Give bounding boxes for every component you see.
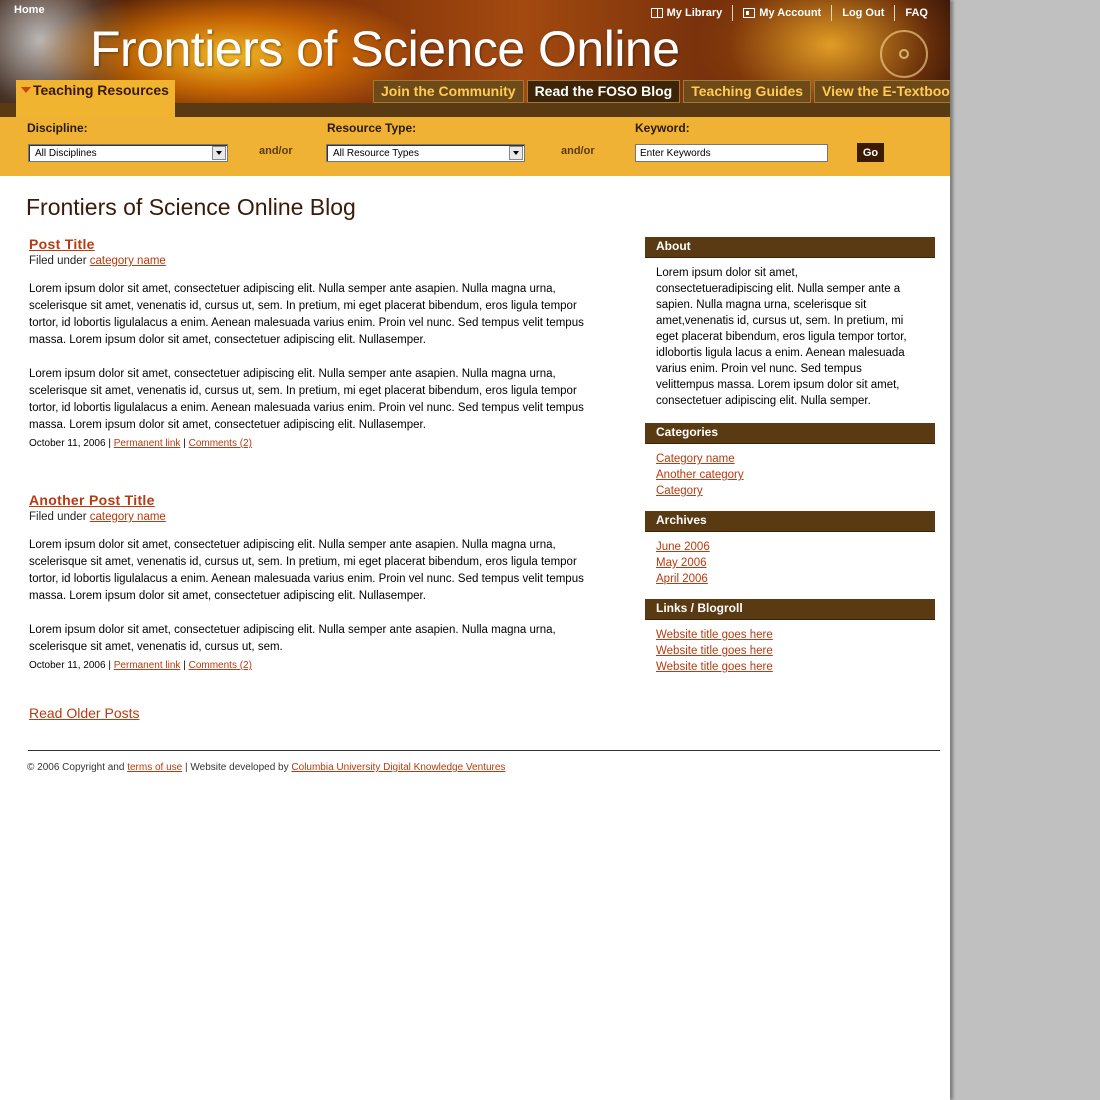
top-nav: My Library My Account Log Out FAQ [641, 5, 938, 21]
log-out-link[interactable]: Log Out [831, 5, 894, 21]
tab-teaching-resources[interactable]: Teaching Resources [16, 80, 175, 117]
library-icon [650, 8, 663, 18]
discipline-value: All Disciplines [35, 148, 97, 159]
permanent-link[interactable]: Permanent link [114, 660, 181, 671]
tab-join-community[interactable]: Join the Community [373, 80, 524, 103]
copyright-text: © 2006 Copyright and [27, 762, 125, 773]
faq-link[interactable]: FAQ [894, 5, 938, 21]
comments-link[interactable]: Comments (2) [189, 438, 252, 449]
post-filed-under: Filed under category name [29, 511, 609, 523]
archive-link[interactable]: April 2006 [656, 571, 935, 587]
comments-link[interactable]: Comments (2) [189, 660, 252, 671]
keyword-label: Keyword: [635, 121, 690, 135]
archives-list: June 2006 May 2006 April 2006 [645, 532, 935, 599]
developed-by-text: | Website developed by [185, 762, 289, 773]
triangle-down-icon [21, 87, 31, 93]
blogroll-link[interactable]: Website title goes here [656, 643, 935, 659]
site-header: Home Frontiers of Science Online My Libr… [0, 0, 950, 117]
andor-text: and/or [259, 145, 293, 157]
resource-type-select[interactable]: All Resource Types [326, 144, 525, 162]
post-paragraph: Lorem ipsum dolor sit amet, consectetuer… [29, 539, 584, 602]
tab-foso-blog[interactable]: Read the FOSO Blog [526, 80, 681, 103]
blog-post: Another Post Title Filed under category … [29, 490, 609, 671]
post-category-link[interactable]: category name [90, 255, 166, 267]
home-link[interactable]: Home [14, 4, 45, 16]
category-link[interactable]: Category name [656, 451, 935, 467]
go-button[interactable]: Go [857, 143, 884, 162]
filed-under-label: Filed under [29, 255, 87, 267]
account-card-icon [743, 8, 756, 18]
separator: | [108, 660, 111, 671]
post-title-link[interactable]: Another Post Title [29, 492, 155, 508]
post-paragraph: Lorem ipsum dolor sit amet, consectetuer… [29, 368, 584, 431]
about-heading: About [645, 237, 935, 258]
blogroll-link[interactable]: Website title goes here [656, 627, 935, 643]
my-account-label: My Account [759, 7, 822, 19]
post-date: October 11, 2006 [29, 438, 106, 449]
terms-of-use-link[interactable]: terms of use [127, 762, 182, 773]
post-date: October 11, 2006 [29, 660, 106, 671]
posts-column: Post Title Filed under category name Lor… [29, 234, 609, 722]
sidebar: About Lorem ipsum dolor sit amet, consec… [645, 237, 935, 687]
footer-divider [28, 750, 940, 751]
category-link[interactable]: Another category [656, 467, 935, 483]
archives-heading: Archives [645, 511, 935, 532]
tab-teaching-resources-label: Teaching Resources [33, 82, 169, 98]
categories-list: Category name Another category Category [645, 444, 935, 511]
search-bar: Discipline: All Disciplines and/or Resou… [0, 117, 950, 176]
dropdown-arrow-icon[interactable] [509, 146, 523, 160]
developer-link[interactable]: Columbia University Digital Knowledge Ve… [291, 762, 505, 773]
post-paragraph: Lorem ipsum dolor sit amet, consectetuer… [29, 283, 584, 346]
post-meta: October 11, 2006 | Permanent link | Comm… [29, 438, 609, 449]
archive-link[interactable]: May 2006 [656, 555, 935, 571]
page-title: Frontiers of Science Online Blog [26, 194, 356, 220]
blogroll-list: Website title goes here Website title go… [645, 620, 935, 687]
tab-e-textbook[interactable]: View the E-Textbook [814, 80, 950, 103]
filed-under-label: Filed under [29, 511, 87, 523]
discipline-select[interactable]: All Disciplines [28, 144, 228, 162]
discipline-label: Discipline: [27, 121, 88, 135]
footer: © 2006 Copyright and terms of use | Webs… [27, 762, 505, 773]
separator: | [183, 438, 186, 449]
archive-link[interactable]: June 2006 [656, 539, 935, 555]
disc-decoration-icon [880, 30, 928, 78]
keyword-input[interactable] [635, 144, 828, 162]
read-older-posts-link[interactable]: Read Older Posts [29, 705, 140, 721]
resource-type-value: All Resource Types [333, 148, 419, 159]
post-category-link[interactable]: category name [90, 511, 166, 523]
blogroll-link[interactable]: Website title goes here [656, 659, 935, 675]
category-link[interactable]: Category [656, 483, 935, 499]
categories-heading: Categories [645, 423, 935, 444]
links-heading: Links / Blogroll [645, 599, 935, 620]
site-title: Frontiers of Science Online [90, 21, 680, 77]
about-text: Lorem ipsum dolor sit amet, consectetuer… [656, 267, 907, 407]
main-tabs: Join the Community Read the FOSO Blog Te… [373, 80, 950, 103]
my-account-link[interactable]: My Account [732, 5, 831, 21]
separator: | [183, 660, 186, 671]
post-paragraph: Lorem ipsum dolor sit amet, consectetuer… [29, 624, 556, 653]
dropdown-arrow-icon[interactable] [212, 146, 226, 160]
andor-text: and/or [561, 145, 595, 157]
permanent-link[interactable]: Permanent link [114, 438, 181, 449]
resource-type-label: Resource Type: [327, 121, 417, 135]
tab-teaching-guides[interactable]: Teaching Guides [683, 80, 812, 103]
page: Home Frontiers of Science Online My Libr… [0, 0, 950, 1100]
post-filed-under: Filed under category name [29, 255, 609, 267]
blog-post: Post Title Filed under category name Lor… [29, 234, 609, 449]
post-meta: October 11, 2006 | Permanent link | Comm… [29, 660, 609, 671]
separator: | [108, 438, 111, 449]
post-title-link[interactable]: Post Title [29, 236, 95, 252]
my-library-label: My Library [666, 7, 723, 19]
my-library-link[interactable]: My Library [641, 5, 733, 21]
